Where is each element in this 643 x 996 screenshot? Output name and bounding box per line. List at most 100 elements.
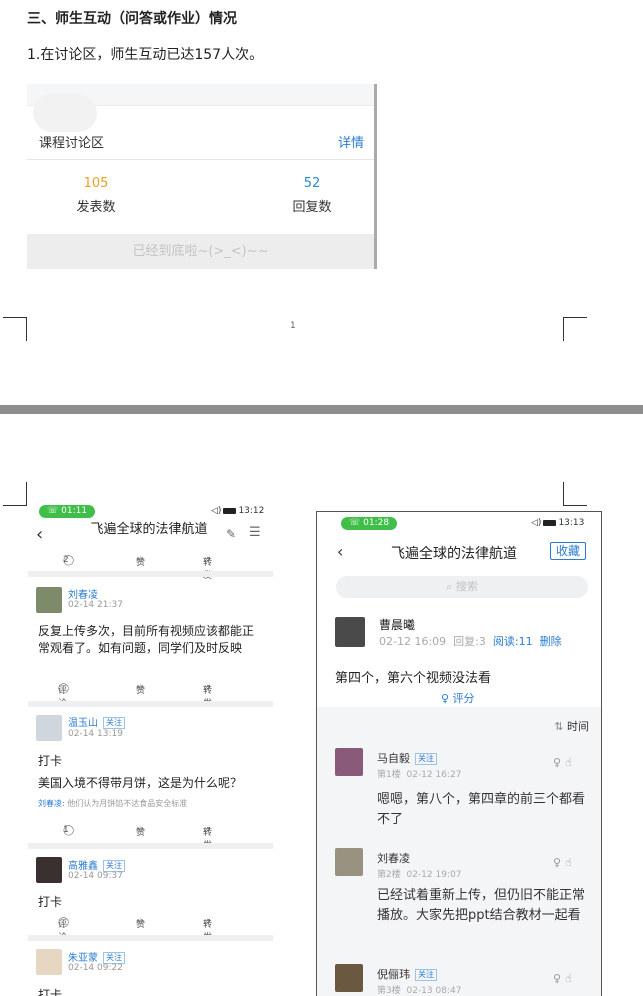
rate-icon[interactable]: ♀ (553, 856, 565, 869)
comment-text: 已经试着重新上传，但仍旧不能正常播放。大家先把ppt结合教材一起看 (377, 888, 586, 923)
sort-by-time[interactable]: ⇅ 时间 (554, 718, 589, 734)
call-indicator: ☏ 01:28 (341, 517, 398, 530)
user-name[interactable]: 朱亚蒙 关注 (68, 949, 125, 964)
replies-label: 回复数 (292, 200, 332, 215)
reply-preview[interactable]: 刘春凌: 他们认为月饼馅不达食品安全标准 (38, 798, 187, 809)
clock: 13:13 (558, 518, 585, 528)
post-text: 打卡 (38, 895, 63, 909)
search-input[interactable]: ⌕ 搜索 (336, 576, 588, 598)
comment-meta: 第3楼 02-13 08:47 (377, 986, 462, 996)
details-link[interactable]: 详情 (338, 132, 364, 151)
section-heading: 三、师生互动（问答或作业）情况 (27, 11, 237, 27)
card-header: 课程讨论区 详情 (27, 122, 374, 160)
course-title: 飞遍全球的法律航道 (391, 546, 517, 562)
crop-mark (3, 482, 27, 506)
discussion-card: 课程讨论区 详情 105 发表数 52 回复数 已经到底啦~(>_<)~~ (27, 84, 377, 269)
battery-icon (543, 519, 557, 526)
action-row: ◯评论 ☝赞 ⇗转发 (58, 683, 213, 709)
post-text: 打卡 (38, 754, 63, 768)
left-phone-screenshot: ☏ 01:11 ◁) 13:12 ‹ 飞遍全球的法律航道 ✎ ☰ ◯ 2 ☝ 赞 ⇗ 转… (28, 503, 273, 996)
avatar (335, 848, 363, 876)
rate-icon[interactable]: ♀ (553, 972, 565, 985)
speaker-icon: ◁) (531, 518, 542, 528)
status-bar: ◁) 13:12 (211, 506, 264, 516)
rate-button[interactable]: ♀ 评分 (441, 690, 475, 706)
section-gap (28, 935, 273, 941)
comment-meta: 第1楼 02-12 16:27 (377, 770, 462, 780)
page-number: 1 (290, 321, 296, 331)
comment-meta: 第2楼 02-12 19:07 (377, 870, 462, 880)
favorite-button[interactable]: 收藏 (550, 542, 587, 560)
call-time: 01:28 (363, 518, 390, 528)
user-name[interactable]: 高雅鑫 关注 (68, 857, 125, 872)
call-time: 01:11 (61, 506, 88, 516)
back-icon[interactable]: ‹ (36, 524, 43, 545)
post-text: 打卡 (38, 988, 63, 996)
thumbs-up-icon[interactable]: ☝ (565, 756, 576, 769)
end-of-list-footer: 已经到底啦~(>_<)~~ (27, 234, 374, 269)
follow-button[interactable]: 关注 (415, 753, 437, 765)
delete-button[interactable]: 删除 (540, 635, 562, 648)
user-name[interactable]: 温玉山 关注 (68, 714, 125, 729)
edit-icon[interactable]: ✎ (226, 527, 236, 541)
avatar (36, 715, 62, 741)
avatar (36, 949, 62, 975)
back-icon[interactable]: ‹ (337, 542, 343, 561)
read-count: 阅读:11 (492, 635, 533, 648)
commenter-name[interactable]: 刘春凌 (377, 850, 410, 866)
section-gap (28, 843, 273, 849)
post-meta: 02-12 16:09 回复:3 阅读:11 删除 (379, 635, 562, 648)
avatar (36, 857, 62, 883)
replies-stat: 52 回复数 (262, 176, 362, 215)
replies-count: 52 (303, 176, 321, 191)
avatar (335, 964, 363, 992)
post-time: 02-14 09:22 (68, 963, 123, 973)
speaker-icon: ◁) (211, 506, 222, 516)
crop-mark (563, 317, 587, 341)
top-action-row: ◯2 ☝赞 ⇗转发 (63, 555, 213, 581)
post-time: 02-14 09:37 (68, 871, 123, 881)
search-icon: ⌕ (446, 580, 453, 593)
avatar (335, 748, 363, 776)
comment-actions[interactable]: ♀☝ (553, 856, 576, 869)
comment-actions[interactable]: ♀☝ (553, 972, 576, 985)
avatar (36, 587, 62, 613)
post-text: 反复上传多次，目前所有视频应该都能正常观看了。如有问题，同学们及时反映 (38, 624, 255, 655)
comment-actions[interactable]: ♀☝ (553, 756, 576, 769)
post-text-line2: 美国入境不得带月饼，这是为什么呢？ (38, 776, 243, 790)
section-gap (28, 571, 273, 577)
follow-button[interactable]: 关注 (415, 969, 437, 981)
author-name[interactable]: 曹晨曦 (379, 616, 415, 633)
commenter-name[interactable]: 马自毅 关注 (377, 750, 437, 766)
crop-mark (3, 317, 27, 341)
posts-label: 发表数 (76, 200, 116, 215)
topic-text: 第四个，第六个视频没法看 (335, 671, 492, 686)
right-phone-screenshot: ☏ 01:28 ◁) 13:13 ‹ 飞遍全球的法律航道 收藏 ⌕ 搜索 曹晨曦 … (316, 511, 602, 996)
menu-icon[interactable]: ☰ (249, 525, 261, 540)
section-paragraph: 1.在讨论区，师生互动已达157人次。 (27, 47, 264, 63)
posts-stat: 105 发表数 (46, 176, 146, 215)
clock: 13:12 (238, 506, 265, 516)
thumbs-up-icon[interactable]: ☝ (565, 856, 576, 869)
section-gap (28, 701, 273, 707)
crop-mark (563, 482, 587, 506)
thumbs-up-icon[interactable]: ☝ (565, 972, 576, 985)
comment-text: 嗯嗯，第八个，第四章的前三个都看不了 (377, 792, 586, 827)
card-title: 课程讨论区 (39, 136, 105, 151)
call-indicator: ☏ 01:11 (39, 505, 96, 518)
action-row: ◯评论 ☝赞 ⇗转发 (58, 917, 213, 943)
page-divider (0, 405, 643, 414)
post-time: 02-14 13:19 (68, 729, 123, 739)
rate-icon[interactable]: ♀ (553, 756, 565, 769)
posts-count: 105 (83, 176, 109, 191)
follow-button[interactable]: 关注 (103, 717, 125, 729)
user-name[interactable]: 刘春凌 (68, 586, 98, 601)
battery-icon (223, 507, 237, 514)
status-bar: ◁) 13:13 (531, 518, 584, 528)
commenter-name[interactable]: 倪俪玮 关注 (377, 966, 437, 982)
action-row: ◯1 ☝赞 ⇗转发 (63, 825, 213, 851)
course-title: 飞遍全球的法律航道 (90, 522, 208, 537)
rate-icon: ♀ (441, 692, 450, 705)
post-time: 02-14 21:37 (68, 600, 123, 610)
avatar (335, 617, 365, 647)
